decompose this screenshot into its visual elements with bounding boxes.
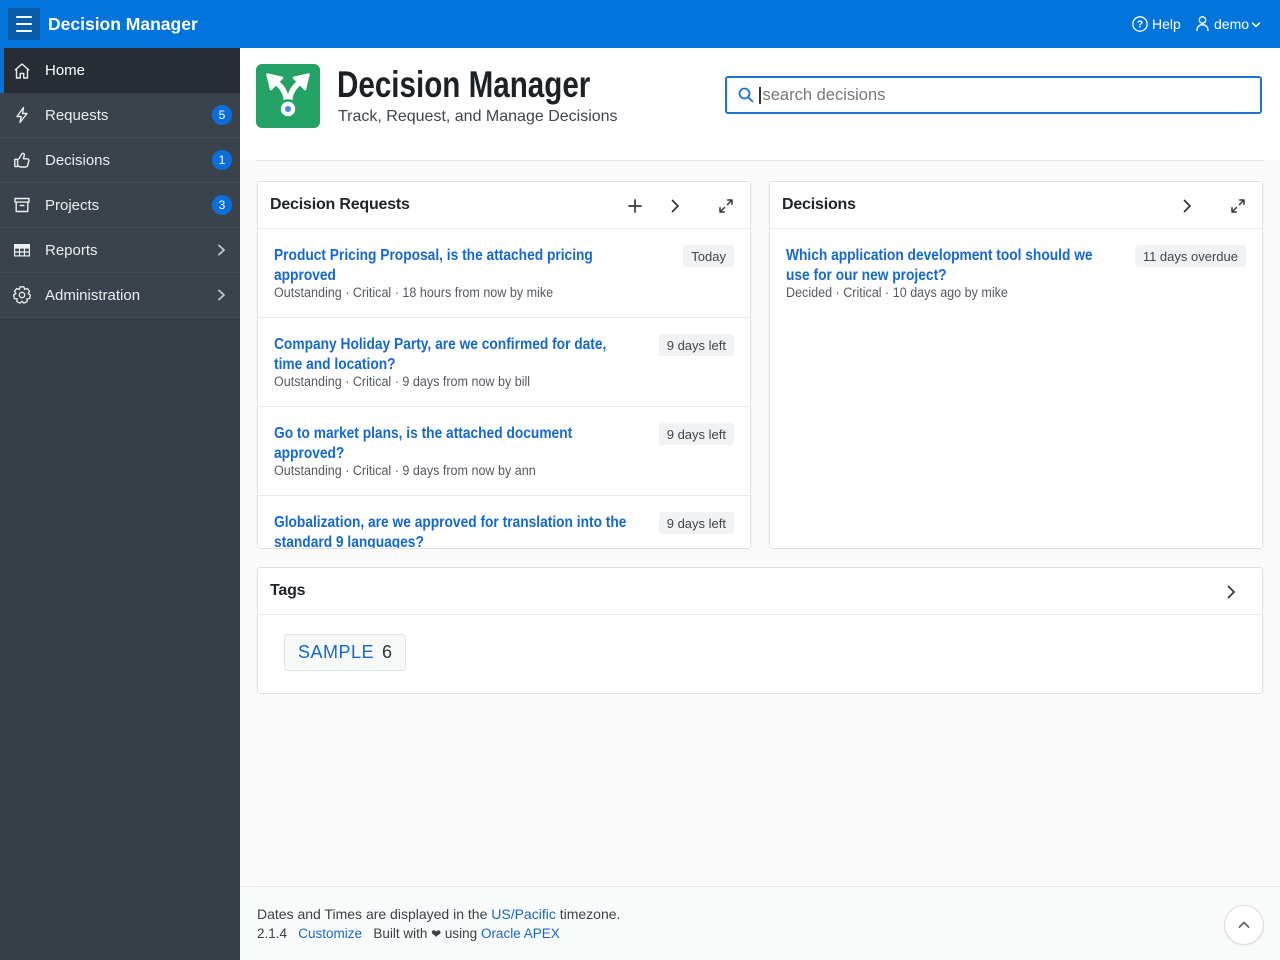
- svg-text:?: ?: [1137, 20, 1143, 31]
